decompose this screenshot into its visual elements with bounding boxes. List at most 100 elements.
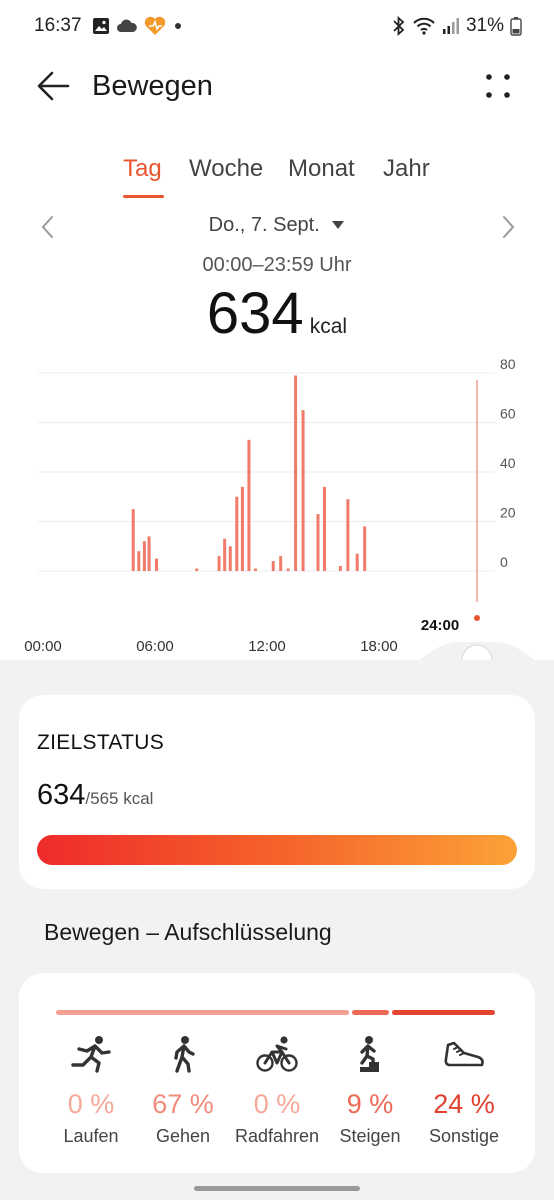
y-tick-label: 80 [500,356,516,372]
chart-bar [301,410,305,571]
battery-icon [510,17,522,36]
chart-bar [131,509,135,571]
category-cycling: 0 % Radfahren [227,1035,327,1147]
time-cursor-dot [474,615,480,621]
breakdown-segment [56,1010,350,1015]
chart-bar [355,553,359,571]
total-unit: kcal [309,315,348,338]
chart-bar [346,499,350,571]
chart-bar [286,568,290,571]
y-tick-label: 60 [500,406,516,422]
chart-bar [137,551,141,571]
tab-month[interactable]: Monat [288,155,355,183]
y-tick-label: 40 [500,455,516,471]
x-tick-label: 12:00 [248,638,286,655]
chart-bar [235,496,239,571]
time-range: 00:00–23:59 Uhr [202,254,352,276]
chart-bar [294,375,298,571]
cloud-icon [117,19,137,32]
chart-bar [271,561,275,571]
other-percent: 24 % [433,1089,495,1119]
chart-bar [155,558,159,571]
goal-target: /565 kcal [85,789,154,808]
other-label: Sonstige [428,1126,500,1146]
breakdown-heading: Bewegen – Aufschlüsselung [44,919,332,945]
bluetooth-icon [393,16,405,36]
chart-canvas: 80 60 40 20 0 00:00 06:00 12:00 18:00 24:00 [24,356,534,660]
walking-icon [174,1036,195,1073]
walking-label: Gehen [155,1126,211,1146]
chart-bar [338,566,342,571]
running-icon [71,1036,111,1073]
period-tabs: Tag Woche Monat Jahr [0,155,554,205]
goal-value-row: 634/565 kcal [37,779,153,812]
climbing-label: Steigen [339,1126,401,1146]
chart-bar [323,486,327,571]
back-arrow-icon[interactable] [34,66,74,106]
chart-bar [217,556,221,571]
cycling-percent: 0 % [253,1089,301,1119]
chart-bar [316,514,320,571]
status-bar: 16:37 31% [0,0,554,54]
chart-bar [247,439,251,571]
more-options-icon[interactable] [482,70,514,102]
breakdown-card: 0 % Laufen 67 % Gehen 0 % Radfahren 9 % … [19,973,535,1173]
total-calories: 634 kcal [0,280,554,347]
dropdown-triangle-icon [332,221,345,229]
chart-bar [253,568,257,571]
chart-bar [195,568,199,571]
chart-bar [228,546,232,571]
category-walking: 67 % Gehen [133,1035,233,1147]
breakdown-segment [391,1010,495,1015]
date-selector[interactable]: Do., 7. Sept. [0,214,554,237]
dot-icon [175,23,181,29]
chart-bar [279,556,283,571]
chart-bar [240,486,244,571]
x-tick-label: 18:00 [360,638,398,655]
home-indicator[interactable] [194,1186,360,1191]
breakdown-segment [352,1010,389,1015]
goal-progress-bar [37,835,517,865]
goal-title: ZIELSTATUS [37,731,165,754]
chart-bar [147,536,151,571]
running-percent: 0 % [67,1089,115,1119]
hourly-calories-chart[interactable]: 80 60 40 20 0 00:00 06:00 12:00 18:00 24:00 [0,350,554,660]
total-value: 634 [206,281,304,346]
date-navigation: Do., 7. Sept. [0,210,554,244]
cycling-label: Radfahren [234,1126,320,1146]
x-tick-label-current: 24:00 [421,617,459,634]
tab-year[interactable]: Jahr [383,155,430,183]
running-label: Laufen [63,1126,119,1146]
tab-day[interactable]: Tag [123,155,162,183]
x-tick-label: 06:00 [136,638,174,655]
shoe-icon [444,1041,484,1067]
status-time: 16:37 [34,15,82,36]
chart-bar [223,538,227,571]
goal-current: 634 [37,779,86,811]
y-tick-label: 20 [500,505,516,521]
tab-week[interactable]: Woche [189,155,263,183]
date-text: Do., 7. Sept. [208,214,320,236]
y-tick-label: 0 [500,554,508,570]
notification-icons [92,16,184,36]
heart-icon [144,16,166,35]
image-icon [93,18,109,34]
cycling-icon [256,1036,298,1072]
next-day-chevron-icon[interactable] [496,214,520,240]
page-title: Bewegen [92,70,213,102]
walking-percent: 67 % [152,1089,214,1119]
app-bar: Bewegen [0,56,554,116]
category-other: 24 % Sonstige [414,1035,514,1147]
chart-bar [142,541,146,571]
category-running: 0 % Laufen [41,1035,141,1147]
wifi-icon [413,17,435,35]
goal-status-card: ZIELSTATUS 634/565 kcal [19,695,535,889]
signal-icon [442,18,459,34]
battery-percent: 31% [465,15,504,36]
chart-bar [363,526,367,571]
status-right: 31% [392,15,522,37]
category-climbing: 9 % Steigen [320,1035,420,1147]
x-tick-label: 00:00 [24,638,62,655]
climbing-percent: 9 % [346,1089,394,1119]
active-tab-indicator [123,195,164,198]
